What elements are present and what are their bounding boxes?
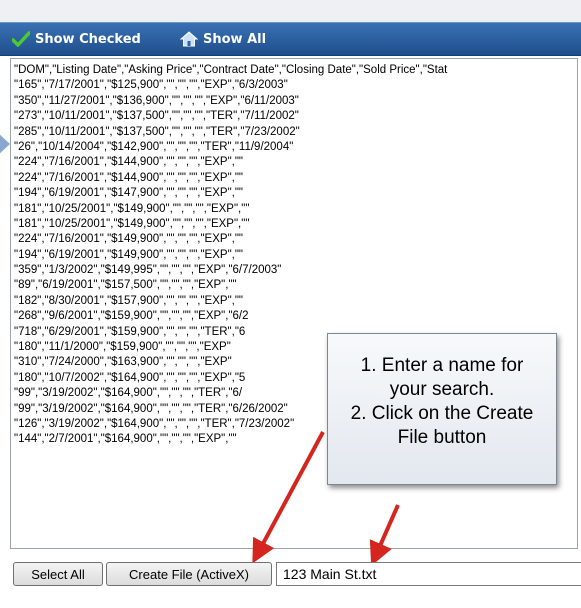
select-all-button[interactable]: Select All xyxy=(13,562,103,586)
create-file-button[interactable]: Create File (ActiveX) xyxy=(106,562,272,586)
callout-arrows xyxy=(252,431,400,566)
callout-line-4: File button xyxy=(397,427,487,448)
arrow-to-create-file xyxy=(252,431,325,564)
filename-input[interactable] xyxy=(276,562,581,586)
callout-line-3: 2. Click on the Create xyxy=(350,403,534,424)
callout-line-1: 1. Enter a name for xyxy=(360,355,524,376)
callout-line-2: your search. xyxy=(389,379,495,400)
bottom-bar: Select All Create File (ActiveX) xyxy=(10,560,581,590)
instruction-callout: 1. Enter a name for your search. 2. Clic… xyxy=(327,333,557,485)
arrow-to-filename xyxy=(369,504,400,566)
